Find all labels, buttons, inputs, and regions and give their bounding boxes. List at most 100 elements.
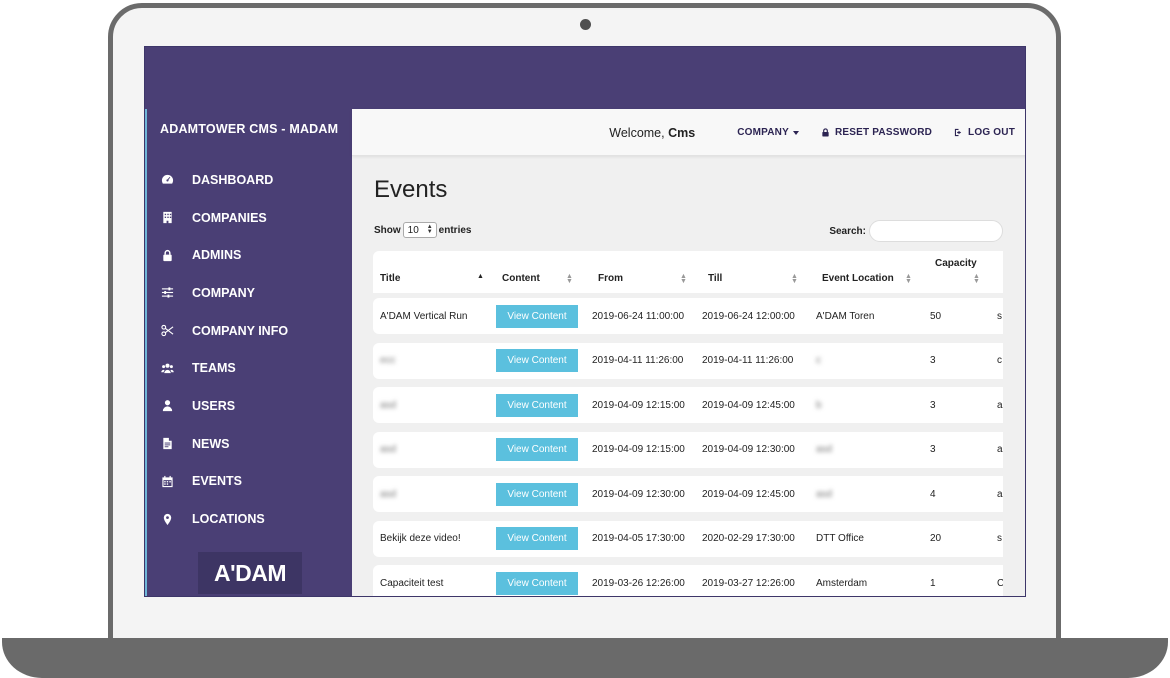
cell-location: c [816,355,821,366]
column-till[interactable]: Till ▲ ▼ [708,251,803,293]
logout-link[interactable]: LOG OUT [954,127,1015,138]
cell-title: asd [380,399,397,411]
column-capacity[interactable]: Capacity ▲ ▼ [935,251,995,293]
welcome-text: Welcome, Cms [609,125,696,140]
sidebar-item-label: COMPANIES [192,210,267,225]
search-row: Search: [829,220,1003,242]
sidebar-nav: DASHBOARD COMPANIES ADMINS COMPANY COMPANY I… [147,161,352,538]
view-content-button[interactable]: View Content [496,571,578,595]
view-content-button[interactable]: View Content [496,438,578,461]
cell-location: asd [816,488,833,500]
adam-logo: A'DAM [198,552,302,594]
search-input[interactable] [869,220,1003,242]
laptop-base [2,638,1168,678]
sort-asc-icon: ▲ [477,273,484,280]
file-icon [160,437,174,451]
cell-till: 2019-06-24 12:00:00 [702,310,795,322]
logout-icon [954,128,962,137]
cell-title: asd [380,488,397,500]
column-title[interactable]: Title ▲ [380,251,490,293]
top-band [145,47,1025,109]
cell-location: asd [816,444,833,455]
table-row: Capaciteit test View Content 2019-03-26 12… [373,565,1003,596]
cell-from: 2019-04-09 12:15:00 [592,444,685,455]
sidebar-item-companies[interactable]: COMPANIES [147,199,352,237]
column-event-location[interactable]: Event Location ▲ ▼ [822,251,922,293]
users-group-icon [160,361,174,375]
sidebar-item-label: DASHBOARD [192,172,274,187]
cell-title: A'DAM Vertical Run [380,310,468,322]
cell-till: 2019-04-09 12:45:00 [702,488,795,500]
table-row: asd View Content 2019-04-09 12:15:00 2019-0… [373,387,1003,423]
table-row: asd View Content 2019-04-09 12:15:00 2019-0… [373,431,1003,468]
lock-icon [160,248,174,262]
map-pin-icon [160,512,174,526]
sidebar: ADAMTOWER CMS - MADAM DASHBOARD COMPANIES… [145,109,352,596]
camera-dot [580,19,591,30]
cell-extra: a [997,488,1003,500]
calendar-icon [160,474,174,488]
dashboard-icon [160,173,174,187]
cell-extra: C [997,565,1003,596]
cell-till: 2020-02-29 17:30:00 [702,533,795,544]
sort-icon: ▲ ▼ [905,273,912,285]
sidebar-item-company-info[interactable]: COMPANY INFO [147,312,352,350]
view-content-button[interactable]: View Content [496,482,578,506]
sort-icon: ▲ ▼ [680,273,687,285]
cell-capacity: 20 [930,533,942,544]
cell-extra: a [997,399,1003,411]
sort-icon: ▲ ▼ [791,273,798,285]
table-header: Title ▲ Content ▲ ▼ From ▲ ▼ Till ▲ ▼ Event Loc… [373,251,1003,293]
cell-till: 2019-04-11 11:26:00 [702,355,794,366]
cell-from: 2019-06-24 11:00:00 [592,310,685,322]
view-content-button[interactable]: View Content [496,527,578,550]
entries-select[interactable]: 10 ▲ ▼ [402,222,437,238]
cell-capacity: 3 [930,355,936,366]
events-table: Title ▲ Content ▲ ▼ From ▲ ▼ Till ▲ ▼ Event Loc… [373,251,1003,596]
cell-from: 2019-04-11 11:26:00 [592,355,684,366]
sidebar-item-users[interactable]: USERS [147,387,352,425]
page-title: Events [374,176,448,203]
sidebar-item-teams[interactable]: TEAMS [147,349,352,387]
column-content[interactable]: Content ▲ ▼ [502,251,582,293]
sidebar-item-label: COMPANY INFO [192,323,289,338]
lock-icon [822,128,829,137]
user-icon [160,399,174,413]
sidebar-item-label: USERS [192,398,236,413]
cell-from: 2019-04-09 12:15:00 [592,399,685,411]
sidebar-item-locations[interactable]: LOCATIONS [147,500,352,538]
company-dropdown[interactable]: COMPANY [737,127,799,138]
cell-extra: s [997,533,1002,544]
sidebar-item-label: TEAMS [192,361,236,376]
cell-location: DTT Office [816,533,864,544]
cell-from: 2019-04-05 17:30:00 [592,533,685,544]
scissors-icon [160,324,174,338]
sidebar-item-label: COMPANY [192,285,255,300]
cell-capacity: 3 [930,399,936,411]
view-content-button[interactable]: View Content [496,304,578,328]
sidebar-item-admins[interactable]: ADMINS [147,236,352,274]
view-content-button[interactable]: View Content [496,393,578,417]
sidebar-item-news[interactable]: NEWS [147,425,352,463]
cell-location: b [816,399,822,411]
cell-capacity: 3 [930,444,936,455]
cell-capacity: 50 [930,310,942,322]
reset-password-link[interactable]: RESET PASSWORD [821,127,932,138]
table-row: asd View Content 2019-04-09 12:30:00 2019-0… [373,476,1003,512]
sidebar-item-label: NEWS [192,436,230,451]
caret-down-icon [792,130,799,135]
sidebar-item-label: EVENTS [192,474,243,489]
table-row: A'DAM Vertical Run View Content 2019-06-24… [373,298,1003,334]
updown-arrows-icon: ▲ ▼ [426,224,433,235]
sidebar-item-events[interactable]: EVENTS [147,463,352,501]
cell-location: Amsterdam [816,577,868,589]
main-content: Events Show 10 ▲ ▼ entries Search: Title ▲… [352,156,1025,596]
cell-from: 2019-03-26 12:26:00 [592,577,685,589]
cell-title: Capaciteit test [380,577,444,589]
column-from[interactable]: From ▲ ▼ [598,251,693,293]
cell-location: A'DAM Toren [816,310,875,322]
cell-extra: s [997,310,1002,322]
sidebar-item-dashboard[interactable]: DASHBOARD [147,161,352,199]
sidebar-item-company[interactable]: COMPANY [147,274,352,312]
view-content-button[interactable]: View Content [496,349,578,372]
